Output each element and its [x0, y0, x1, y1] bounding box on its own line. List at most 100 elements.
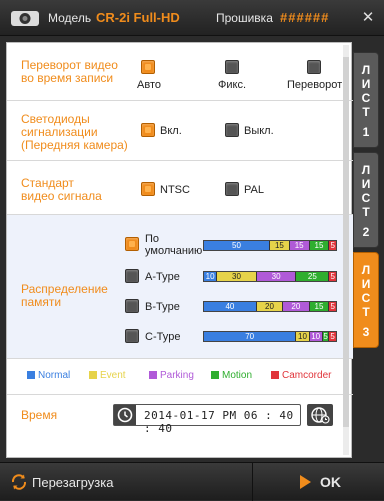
footer-divider	[252, 463, 253, 501]
memory-segment-event: 20	[256, 302, 284, 311]
title-bar: Модель CR-2i Full-HD Прошивка ###### ✕	[0, 0, 384, 36]
pal-checkbox[interactable]	[225, 182, 239, 196]
legend-camcorder: Camcorder	[271, 370, 331, 381]
memory-segment-motion: 5	[322, 332, 330, 341]
memory-segment-motion: 15	[309, 241, 330, 250]
led-on-checkbox[interactable]	[141, 123, 155, 137]
memory-segment-event: 30	[217, 272, 257, 281]
flip-fixed-checkbox[interactable]	[225, 60, 239, 74]
flip-auto-label: Авто	[137, 79, 161, 91]
tab-1-letter: Т	[362, 105, 370, 119]
memory-segment-camcorder: 5	[329, 241, 336, 250]
memory-segment-motion: 15	[309, 302, 330, 311]
tab-1-letter: Л	[361, 63, 371, 77]
time-section: Время 2014-01-17 PM 06 : 40 : 40	[7, 395, 353, 459]
memory-segment-parking: 30	[256, 272, 297, 281]
legend-motion: Motion	[211, 370, 252, 381]
flip-title: Переворот видео во время записи	[21, 58, 118, 85]
footer-bar: Перезагрузка OK	[0, 462, 384, 501]
memory-segment-normal: 50	[204, 241, 270, 250]
legend-event-swatch	[89, 371, 97, 379]
tab-3-letter: Т	[362, 305, 370, 319]
led-off-label: Выкл.	[244, 125, 274, 137]
legend-motion-swatch	[211, 371, 219, 379]
memory-segment-camcorder: 5	[329, 302, 336, 311]
memory-segment-normal: 10	[204, 272, 218, 281]
tab-sheet-1[interactable]: Л И С Т 1	[353, 52, 379, 148]
memory-c-bar: 70 10 10 5 5	[203, 331, 337, 342]
legend-parking-label: Parking	[160, 370, 194, 381]
memory-a-checkbox[interactable]	[125, 269, 139, 283]
legend-camcorder-label: Camcorder	[282, 370, 332, 381]
legend-event: Event	[89, 370, 126, 381]
time-field[interactable]: 2014-01-17 PM 06 : 40 : 40	[113, 404, 301, 435]
tab-2-number: 2	[362, 225, 370, 239]
pal-label: PAL	[244, 184, 264, 196]
tab-1-letter: С	[361, 91, 371, 105]
memory-segment-camcorder: 5	[329, 272, 336, 281]
reboot-label: Перезагрузка	[32, 475, 114, 490]
memory-a-label: A-Type	[145, 271, 180, 283]
camera-icon	[11, 11, 39, 26]
tab-3-number: 3	[362, 325, 370, 339]
legend-normal-swatch	[27, 371, 35, 379]
memory-b-checkbox[interactable]	[125, 299, 139, 313]
firmware-label: Прошивка	[216, 11, 273, 25]
led-title: Светодиоды сигнализации (Передняя камера…	[21, 112, 128, 152]
legend-normal: Normal	[27, 370, 70, 381]
memory-segment-camcorder: 5	[329, 332, 336, 341]
flip-section: Переворот видео во время записи Авто Фик…	[7, 43, 353, 101]
legend-parking: Parking	[149, 370, 194, 381]
legend-parking-swatch	[149, 371, 157, 379]
flip-reverse-label: Переворот	[287, 79, 343, 91]
memory-segment-normal: 40	[204, 302, 257, 311]
tab-sheet-3[interactable]: Л И С Т 3	[353, 252, 379, 348]
refresh-icon	[11, 474, 27, 490]
memory-legend: Normal Event Parking Motion Camcorder	[7, 359, 353, 395]
time-title: Время	[21, 408, 58, 422]
memory-c-checkbox[interactable]	[125, 329, 139, 343]
memory-segment-parking: 20	[283, 302, 310, 311]
ok-label: OK	[320, 474, 341, 490]
close-icon: ✕	[361, 9, 375, 26]
ok-button[interactable]: OK	[290, 469, 370, 495]
memory-default-checkbox[interactable]	[125, 237, 139, 251]
led-section: Светодиоды сигнализации (Передняя камера…	[7, 101, 353, 161]
ntsc-label: NTSC	[160, 184, 190, 196]
legend-event-label: Event	[100, 370, 126, 381]
memory-section: Распределение памяти По умолчанию 50 15 15…	[7, 215, 353, 359]
memory-default-bar: 50 15 15 15 5	[203, 240, 337, 251]
video-standard-section: Стандарт видео сигнала NTSC PAL	[7, 161, 353, 215]
tab-2-letter: Т	[362, 205, 370, 219]
memory-segment-parking: 15	[289, 241, 310, 250]
play-arrow-icon	[300, 475, 311, 489]
led-off-checkbox[interactable]	[225, 123, 239, 137]
model-label: Модель	[48, 11, 92, 25]
memory-a-bar: 10 30 30 25 5	[203, 271, 337, 282]
clock-button[interactable]	[114, 405, 136, 425]
tab-2-letter: И	[361, 177, 371, 191]
memory-segment-motion: 25	[296, 272, 330, 281]
tab-2-letter: С	[361, 191, 371, 205]
flip-auto-checkbox[interactable]	[141, 60, 155, 74]
memory-b-bar: 40 20 20 15 5	[203, 301, 337, 312]
tab-1-number: 1	[362, 125, 370, 139]
legend-normal-label: Normal	[38, 370, 71, 381]
reboot-button[interactable]: Перезагрузка	[6, 469, 136, 495]
ntsc-checkbox[interactable]	[141, 182, 155, 196]
memory-b-label: B-Type	[145, 301, 180, 313]
settings-panel: Переворот видео во время записи Авто Фик…	[6, 42, 353, 459]
memory-segment-parking: 10	[309, 332, 323, 341]
tab-sheet-2[interactable]: Л И С Т 2	[353, 152, 379, 248]
memory-segment-event: 10	[296, 332, 310, 341]
timezone-button[interactable]	[307, 404, 333, 426]
memory-c-label: C-Type	[145, 331, 181, 343]
memory-segment-normal: 70	[204, 332, 297, 341]
tab-3-letter: Л	[361, 263, 371, 277]
memory-segment-event: 15	[270, 241, 290, 250]
flip-reverse-checkbox[interactable]	[307, 60, 321, 74]
scrollbar-thumb[interactable]	[343, 57, 349, 427]
globe-clock-icon	[311, 407, 330, 424]
panel-scrollbar[interactable]	[343, 45, 349, 455]
close-button[interactable]: ✕	[358, 8, 378, 28]
